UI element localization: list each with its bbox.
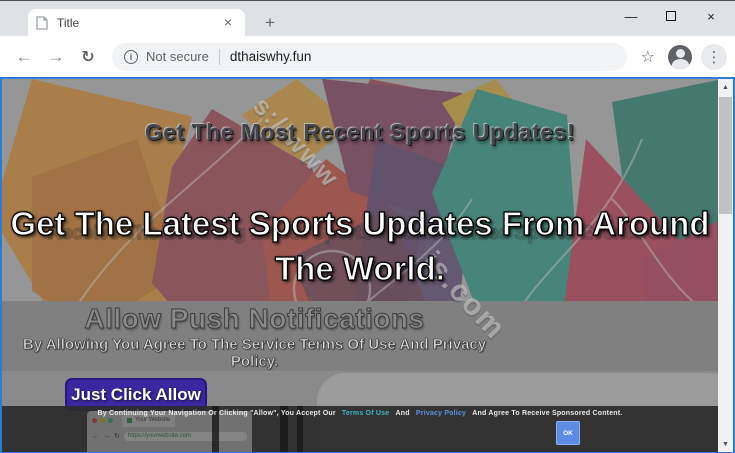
new-tab-button[interactable]: + bbox=[258, 11, 282, 35]
browser-tab[interactable]: Title × bbox=[28, 9, 245, 36]
mock-tab-label: Your Website bbox=[135, 417, 170, 423]
top-heading: Get The Most Recent Sports Updates! bbox=[2, 119, 718, 146]
avatar-body bbox=[672, 59, 689, 69]
forward-button[interactable]: → bbox=[43, 44, 69, 70]
mock-reload-icon: ↻ bbox=[114, 432, 120, 440]
mock-url-text: https://yourwebsite.com bbox=[124, 432, 247, 441]
browser-window: Title × + — × ← → ↻ i Not secure dthaisw… bbox=[0, 0, 735, 453]
mock-forward-icon: → bbox=[103, 433, 110, 440]
tab-close-icon[interactable]: × bbox=[219, 14, 237, 32]
mock-back-icon: ← bbox=[92, 433, 99, 440]
bookmark-star-icon[interactable]: ☆ bbox=[641, 47, 655, 67]
privacy-policy-link[interactable]: Privacy Policy bbox=[416, 410, 466, 417]
address-bar[interactable]: i Not secure dthaiswhy.fun bbox=[112, 43, 627, 71]
url-text[interactable]: dthaiswhy.fun bbox=[230, 49, 615, 64]
traffic-light-green-icon bbox=[108, 418, 113, 423]
menu-dots-icon[interactable]: ⋮ bbox=[701, 44, 727, 70]
traffic-light-yellow-icon bbox=[100, 418, 105, 423]
close-window-button[interactable]: × bbox=[691, 3, 731, 29]
profile-avatar[interactable] bbox=[668, 45, 692, 69]
minimize-button[interactable]: — bbox=[611, 3, 651, 29]
browser-toolbar: ← → ↻ i Not secure dthaiswhy.fun ☆ ⋮ bbox=[0, 36, 735, 77]
scrollbar-up-arrow[interactable]: ▲ bbox=[718, 79, 733, 95]
window-controls: — × bbox=[611, 3, 731, 29]
back-button[interactable]: ← bbox=[11, 44, 37, 70]
main-heading: Get The Latest Sports Updates From Aroun… bbox=[2, 201, 718, 291]
scrollbar-down-arrow[interactable]: ▼ bbox=[718, 436, 733, 452]
main-heading-line1: Get The Latest Sports Updates From Aroun… bbox=[10, 205, 709, 242]
address-divider bbox=[219, 49, 220, 65]
consent-text-after: And Agree To Receive Sponsored Content. bbox=[472, 410, 622, 417]
mock-favicon bbox=[127, 418, 132, 423]
security-label[interactable]: Not secure bbox=[146, 49, 209, 64]
avatar-head bbox=[676, 49, 685, 58]
consent-text-and: And bbox=[395, 410, 409, 417]
page-viewport: s://www is.com Get The Most Recent Sport… bbox=[0, 77, 735, 453]
mock-browser-image: Your Website ← → ↻ https://yourwebsite.c… bbox=[87, 411, 252, 452]
consent-text-before: By Continuing Your Navigation Or Clickin… bbox=[98, 410, 336, 417]
reload-button[interactable]: ↻ bbox=[75, 44, 101, 70]
ok-button[interactable]: OK bbox=[556, 421, 580, 445]
maximize-icon bbox=[666, 11, 676, 21]
scrollbar[interactable]: ▲ ▼ bbox=[718, 79, 733, 452]
consent-text: By Continuing Your Navigation Or Clickin… bbox=[2, 410, 718, 417]
info-icon[interactable]: i bbox=[124, 50, 138, 64]
main-heading-line2: The World. bbox=[275, 250, 445, 287]
traffic-light-red-icon bbox=[92, 418, 97, 423]
page-icon bbox=[36, 16, 48, 30]
push-prompt-subtitle: By Allowing You Agree To The Service Ter… bbox=[2, 336, 507, 370]
mock-browser-navrow: ← → ↻ https://yourwebsite.com bbox=[87, 429, 252, 443]
tab-strip: Title × + — × bbox=[0, 1, 735, 36]
maximize-button[interactable] bbox=[651, 3, 691, 29]
push-prompt-title: Allow Push Notifications bbox=[2, 303, 507, 335]
consent-bar: Your Website ← → ↻ https://yourwebsite.c… bbox=[2, 406, 718, 452]
tab-title: Title bbox=[57, 16, 219, 30]
web-page: s://www is.com Get The Most Recent Sport… bbox=[2, 79, 718, 452]
terms-of-use-link[interactable]: Terms Of Use bbox=[342, 410, 389, 417]
scrollbar-thumb[interactable] bbox=[719, 97, 732, 214]
